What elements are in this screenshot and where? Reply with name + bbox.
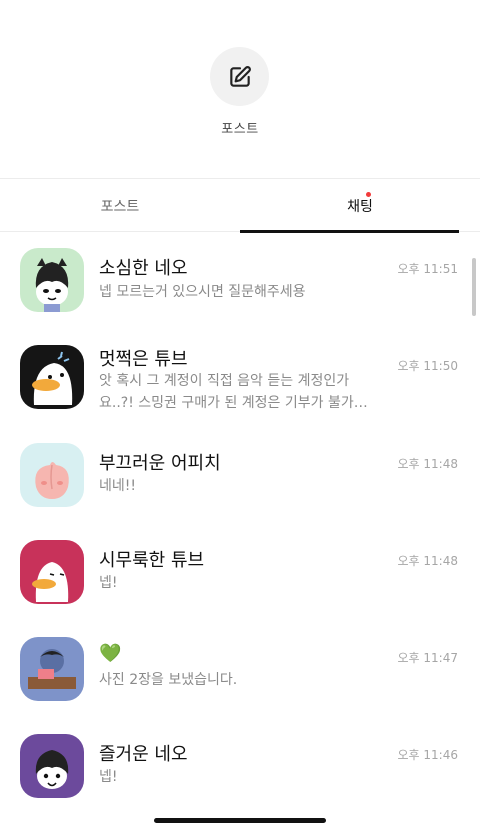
scrollbar[interactable]: [472, 258, 476, 316]
write-post-button[interactable]: [210, 47, 269, 106]
chat-name: 💚: [99, 643, 122, 664]
avatar: [20, 345, 84, 409]
tab-chat-label: 채팅: [347, 198, 373, 215]
chat-name: 부끄러운 어피치: [99, 453, 221, 474]
chat-name: 즐거운 네오: [99, 744, 188, 765]
tab-chat[interactable]: 채팅: [240, 179, 480, 232]
chat-time: 오후 11:48: [397, 457, 458, 471]
chat-name: 시무룩한 튜브: [99, 550, 205, 571]
write-post-label: 포스트: [221, 122, 259, 137]
tab-bar: 포스트 채팅: [0, 178, 480, 233]
tab-post[interactable]: 포스트: [0, 179, 240, 232]
chat-time: 오후 11:48: [397, 554, 458, 568]
chat-preview: 넵 모르는거 있으시면 질문해주세용: [99, 284, 306, 300]
chat-row[interactable]: 부끄러운 어피치 네네!! 오후 11:48: [0, 439, 480, 536]
edit-icon: [229, 65, 251, 87]
chat-name: 소심한 네오: [99, 258, 188, 279]
chat-preview: 넵!: [99, 769, 118, 785]
chat-preview: 앗 혹시 그 계정이 직접 음악 듣는 계정인가요..?! 스밍권 구매가 된 …: [99, 373, 368, 411]
chat-time: 오후 11:47: [397, 651, 458, 665]
chat-row[interactable]: 멋쩍은 튜브 앗 혹시 그 계정이 직접 음악 듣는 계정인가요..?! 스밍권…: [0, 329, 480, 439]
chat-time: 오후 11:50: [397, 359, 458, 373]
home-indicator[interactable]: [154, 818, 326, 823]
avatar: [20, 540, 84, 604]
chat-preview: 네네!!: [99, 478, 136, 494]
tab-post-label: 포스트: [100, 198, 140, 215]
chat-row[interactable]: 즐거운 네오 넵! 오후 11:46: [0, 730, 480, 825]
avatar: [20, 637, 84, 701]
chat-row[interactable]: 💚 사진 2장을 보냈습니다. 오후 11:47: [0, 633, 480, 730]
chat-name: 멋쩍은 튜브: [99, 349, 188, 370]
chat-preview: 사진 2장을 보냈습니다.: [99, 672, 238, 688]
avatar: [20, 734, 84, 798]
chat-time: 오후 11:51: [397, 262, 458, 276]
new-badge-dot: [366, 192, 371, 197]
chat-preview: 넵!: [99, 575, 118, 591]
chat-time: 오후 11:46: [397, 748, 458, 762]
avatar: [20, 443, 84, 507]
avatar: [20, 248, 84, 312]
chat-row[interactable]: 시무룩한 튜브 넵! 오후 11:48: [0, 536, 480, 633]
chat-list[interactable]: 소심한 네오 넵 모르는거 있으시면 질문해주세용 오후 11:51 멋쩍은 튜…: [0, 232, 480, 825]
composer-area: 포스트: [0, 0, 480, 178]
chat-row[interactable]: 소심한 네오 넵 모르는거 있으시면 질문해주세용 오후 11:51: [0, 232, 480, 329]
